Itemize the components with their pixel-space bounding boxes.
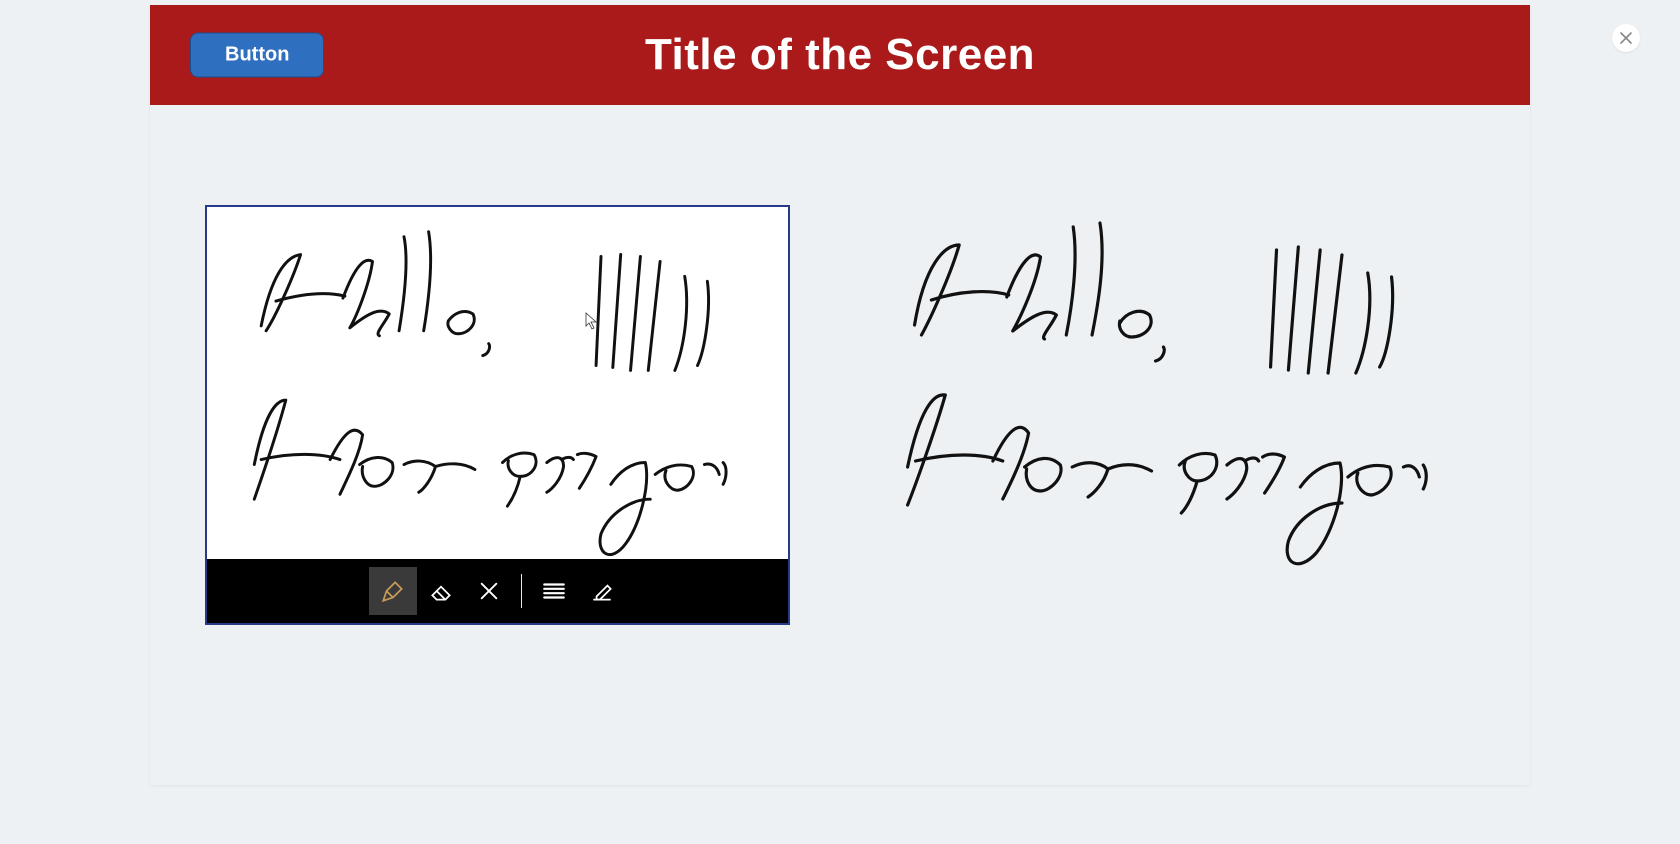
toolbar-separator — [521, 574, 522, 608]
pen-tool-icon — [380, 578, 406, 604]
signature-toolbar — [207, 559, 788, 623]
lines-tool-icon — [541, 578, 567, 604]
close-button[interactable] — [1612, 24, 1640, 52]
page-title: Title of the Screen — [645, 30, 1035, 80]
app-window: Button Title of the Screen — [150, 5, 1530, 785]
clear-tool-icon — [478, 580, 500, 602]
edit-tool-icon — [589, 578, 615, 604]
close-icon — [1620, 32, 1632, 44]
eraser-tool-icon — [428, 578, 454, 604]
content-area — [150, 105, 1530, 785]
clear-tool-button[interactable] — [465, 567, 513, 615]
signature-preview-panel — [860, 205, 1475, 625]
eraser-tool-button[interactable] — [417, 567, 465, 615]
signature-input-panel[interactable] — [205, 205, 790, 625]
lines-tool-button[interactable] — [530, 567, 578, 615]
signature-canvas-right — [860, 205, 1475, 625]
pen-tool-button[interactable] — [369, 567, 417, 615]
header-bar: Button Title of the Screen — [150, 5, 1530, 105]
edit-tool-button[interactable] — [578, 567, 626, 615]
header-button[interactable]: Button — [190, 33, 324, 78]
